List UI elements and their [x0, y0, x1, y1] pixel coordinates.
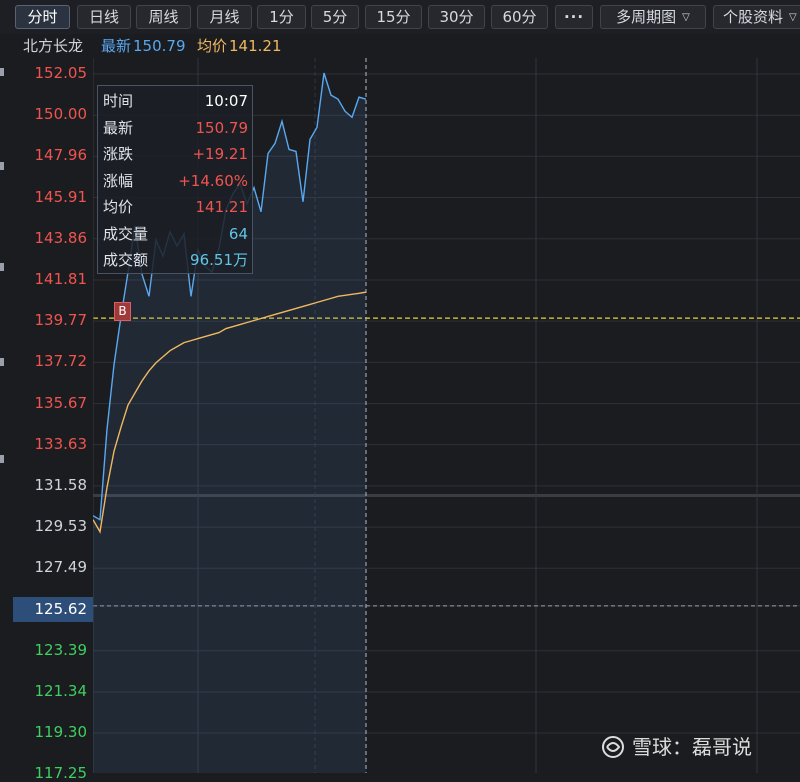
y-tick-label: 135.67: [34, 393, 88, 412]
tooltip-value: 64: [228, 224, 248, 243]
crosshair-tooltip: 时间 10:07 最新 150.79 涨跌 +19.21 涨幅 +14.60% 均价 141.21…: [97, 85, 253, 274]
multi-period-label: 多周期图: [616, 8, 677, 26]
stock-name: 北方长龙: [23, 37, 84, 55]
stock-info-dropdown[interactable]: 个股资料 ▽: [713, 5, 800, 29]
tooltip-label: 涨幅: [103, 171, 134, 190]
tooltip-label: 成交量: [103, 224, 149, 243]
chevron-down-icon: ▽: [789, 12, 797, 23]
tooltip-label: 涨跌: [103, 145, 134, 163]
tooltip-row: 成交量 64: [103, 221, 248, 247]
tooltip-label: 成交额: [103, 251, 149, 269]
y-tick-label: 152.05: [34, 64, 88, 82]
avg-value: 141.21: [229, 37, 282, 55]
tab-daily[interactable]: 日线: [77, 5, 131, 29]
tooltip-row: 涨跌 +19.21: [103, 141, 248, 167]
snowball-logo-icon: [602, 736, 624, 758]
price-axis: 152.05 150.00 147.96 145.91 143.86 141.81 139.…: [0, 58, 93, 782]
tab-60min[interactable]: 60分: [491, 5, 548, 29]
buy-marker[interactable]: B: [114, 302, 131, 321]
tab-monthly[interactable]: 月线: [197, 5, 252, 29]
avg-label: 均价: [197, 37, 228, 55]
tooltip-row: 均价 141.21: [103, 194, 248, 220]
watermark: 雪球：磊哥说: [600, 733, 790, 761]
tab-5min[interactable]: 5分: [311, 5, 359, 29]
tooltip-value: 10:07: [204, 92, 248, 110]
tooltip-row: 成交额 96.51万: [103, 247, 248, 273]
axis-edge-mark: [0, 358, 4, 366]
tab-1min[interactable]: 1分: [257, 5, 306, 29]
y-tick-label: 123.39: [34, 640, 88, 659]
y-tick-label: 139.77: [34, 311, 88, 330]
tooltip-label: 时间: [103, 92, 134, 110]
tooltip-label: 均价: [103, 198, 134, 216]
y-tick-label: 145.91: [34, 187, 88, 206]
tooltip-value: 150.79: [195, 118, 249, 137]
tooltip-value: +19.21: [192, 145, 248, 163]
quote-info-bar: 北方长龙 最新 150.79 均价 141.21: [0, 34, 800, 58]
y-tick-label: 119.30: [34, 723, 88, 741]
y-tick-label: 121.34: [34, 681, 88, 700]
tab-30min[interactable]: 30分: [428, 5, 485, 29]
y-tick-label: 131.58: [34, 475, 88, 494]
y-tick-label: 143.86: [34, 228, 88, 247]
tooltip-label: 最新: [103, 118, 134, 137]
y-tick-label: 127.49: [34, 558, 88, 577]
tooltip-row: 涨幅 +14.60%: [103, 168, 248, 194]
tooltip-value: +14.60%: [178, 171, 248, 190]
axis-edge-mark: [0, 68, 4, 76]
y-tick-label: 117.25: [34, 764, 88, 782]
stock-info-label: 个股资料: [723, 8, 784, 26]
axis-edge-mark: [0, 455, 4, 463]
toolbar: 分时 日线 周线 月线 1分 5分 15分 30分 60分 ··· 多周期图 ▽ …: [0, 0, 800, 34]
y-tick-label: 137.72: [34, 352, 88, 371]
tooltip-value: 96.51万: [190, 251, 248, 269]
y-tick-label: 133.63: [34, 434, 88, 453]
tooltip-value: 141.21: [195, 198, 249, 216]
prev-close-price-tag: 125.62: [13, 597, 93, 622]
tab-15min[interactable]: 15分: [365, 5, 422, 29]
tooltip-row: 最新 150.79: [103, 115, 248, 141]
axis-edge-mark: [0, 162, 4, 170]
tab-intraday[interactable]: 分时: [15, 5, 70, 29]
tab-weekly[interactable]: 周线: [136, 5, 191, 29]
chevron-down-icon: ▽: [682, 12, 690, 23]
y-tick-label: 141.81: [34, 270, 88, 289]
more-periods-button[interactable]: ···: [555, 5, 593, 29]
multi-period-dropdown[interactable]: 多周期图 ▽: [600, 5, 706, 29]
latest-label: 最新: [101, 37, 132, 55]
axis-edge-mark: [0, 263, 4, 271]
watermark-text: 雪球：磊哥说: [632, 735, 752, 759]
tooltip-row: 时间 10:07: [103, 88, 248, 114]
y-tick-label: 129.53: [34, 517, 88, 536]
y-tick-label: 150.00: [34, 105, 88, 124]
y-tick-label: 147.96: [34, 146, 88, 165]
latest-value: 150.79: [133, 37, 186, 55]
